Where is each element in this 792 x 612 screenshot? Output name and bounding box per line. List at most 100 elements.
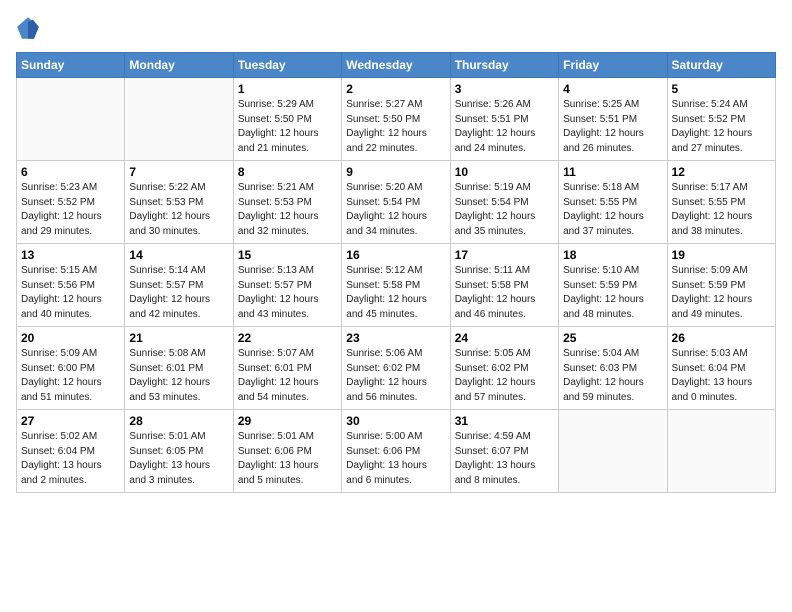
day-detail: Sunrise: 5:17 AM Sunset: 5:55 PM Dayligh…: [672, 181, 771, 239]
day-number: 15: [238, 248, 337, 262]
day-detail: Sunrise: 5:21 AM Sunset: 5:53 PM Dayligh…: [238, 181, 337, 239]
day-number: 24: [455, 331, 554, 345]
day-number: 19: [672, 248, 771, 262]
calendar-header-tuesday: Tuesday: [233, 53, 341, 78]
calendar-cell: 10 Sunrise: 5:19 AM Sunset: 5:54 PM Dayli…: [450, 161, 558, 244]
calendar-cell: 5 Sunrise: 5:24 AM Sunset: 5:52 PM Daylig…: [667, 78, 775, 161]
calendar-cell: 21Sunrise: 5:08 AM Sunset: 6:01 PM Dayli…: [125, 327, 233, 410]
day-number: 18: [563, 248, 662, 262]
day-detail: Sunrise: 5:06 AM Sunset: 6:02 PM Dayligh…: [346, 347, 445, 405]
calendar-cell: [17, 78, 125, 161]
day-number: 2: [346, 82, 445, 96]
day-detail: Sunrise: 5:19 AM Sunset: 5:54 PM Dayligh…: [455, 181, 554, 239]
calendar-cell: 11 Sunrise: 5:18 AM Sunset: 5:55 PM Dayli…: [559, 161, 667, 244]
day-number: 17: [455, 248, 554, 262]
calendar-week-3: 13Sunrise: 5:15 AM Sunset: 5:56 PM Dayli…: [17, 244, 776, 327]
calendar-header-row: SundayMondayTuesdayWednesdayThursdayFrid…: [17, 53, 776, 78]
day-number: 25: [563, 331, 662, 345]
calendar-cell: 23 Sunrise: 5:06 AM Sunset: 6:02 PM Dayli…: [342, 327, 450, 410]
calendar-header-friday: Friday: [559, 53, 667, 78]
calendar-cell: 12 Sunrise: 5:17 AM Sunset: 5:55 PM Dayli…: [667, 161, 775, 244]
day-detail: Sunrise: 5:15 AM Sunset: 5:56 PM Dayligh…: [21, 264, 120, 322]
day-detail: Sunrise: 5:24 AM Sunset: 5:52 PM Dayligh…: [672, 98, 771, 156]
calendar-cell: [667, 410, 775, 493]
calendar-cell: 24 Sunrise: 5:05 AM Sunset: 6:02 PM Dayli…: [450, 327, 558, 410]
day-detail: Sunrise: 5:02 AM Sunset: 6:04 PM Dayligh…: [21, 430, 120, 488]
calendar-cell: 15 Sunrise: 5:13 AM Sunset: 5:57 PM Dayli…: [233, 244, 341, 327]
day-number: 12: [672, 165, 771, 179]
day-number: 9: [346, 165, 445, 179]
day-number: 27: [21, 414, 120, 428]
day-number: 20: [21, 331, 120, 345]
day-detail: Sunrise: 5:27 AM Sunset: 5:50 PM Dayligh…: [346, 98, 445, 156]
calendar-cell: 7 Sunrise: 5:22 AM Sunset: 5:53 PM Daylig…: [125, 161, 233, 244]
calendar-cell: 20 Sunrise: 5:09 AM Sunset: 6:00 PM Dayli…: [17, 327, 125, 410]
calendar-cell: 2 Sunrise: 5:27 AM Sunset: 5:50 PM Daylig…: [342, 78, 450, 161]
calendar-cell: 25 Sunrise: 5:04 AM Sunset: 6:03 PM Dayli…: [559, 327, 667, 410]
day-number: 8: [238, 165, 337, 179]
day-detail: Sunrise: 4:59 AM Sunset: 6:07 PM Dayligh…: [455, 430, 554, 488]
day-number: 5: [672, 82, 771, 96]
calendar-cell: 30 Sunrise: 5:00 AM Sunset: 6:06 PM Dayli…: [342, 410, 450, 493]
day-detail: Sunrise: 5:12 AM Sunset: 5:58 PM Dayligh…: [346, 264, 445, 322]
calendar-cell: 22 Sunrise: 5:07 AM Sunset: 6:01 PM Dayli…: [233, 327, 341, 410]
calendar-cell: 8 Sunrise: 5:21 AM Sunset: 5:53 PM Daylig…: [233, 161, 341, 244]
page-header: [16, 16, 776, 40]
calendar-cell: 9Sunrise: 5:20 AM Sunset: 5:54 PM Daylig…: [342, 161, 450, 244]
calendar-cell: 6 Sunrise: 5:23 AM Sunset: 5:52 PM Daylig…: [17, 161, 125, 244]
calendar-week-1: 1Sunrise: 5:29 AM Sunset: 5:50 PM Daylig…: [17, 78, 776, 161]
day-detail: Sunrise: 5:23 AM Sunset: 5:52 PM Dayligh…: [21, 181, 120, 239]
day-detail: Sunrise: 5:13 AM Sunset: 5:57 PM Dayligh…: [238, 264, 337, 322]
calendar-header-monday: Monday: [125, 53, 233, 78]
day-detail: Sunrise: 5:01 AM Sunset: 6:06 PM Dayligh…: [238, 430, 337, 488]
calendar-cell: 13Sunrise: 5:15 AM Sunset: 5:56 PM Dayli…: [17, 244, 125, 327]
day-number: 11: [563, 165, 662, 179]
calendar-cell: 29 Sunrise: 5:01 AM Sunset: 6:06 PM Dayli…: [233, 410, 341, 493]
day-number: 29: [238, 414, 337, 428]
calendar-cell: 14 Sunrise: 5:14 AM Sunset: 5:57 PM Dayli…: [125, 244, 233, 327]
calendar-cell: 28 Sunrise: 5:01 AM Sunset: 6:05 PM Dayli…: [125, 410, 233, 493]
calendar-header-sunday: Sunday: [17, 53, 125, 78]
day-number: 3: [455, 82, 554, 96]
day-detail: Sunrise: 5:26 AM Sunset: 5:51 PM Dayligh…: [455, 98, 554, 156]
calendar-cell: 17 Sunrise: 5:11 AM Sunset: 5:58 PM Dayli…: [450, 244, 558, 327]
calendar-table: SundayMondayTuesdayWednesdayThursdayFrid…: [16, 52, 776, 493]
day-number: 21: [129, 331, 228, 345]
day-detail: Sunrise: 5:00 AM Sunset: 6:06 PM Dayligh…: [346, 430, 445, 488]
calendar-cell: 26 Sunrise: 5:03 AM Sunset: 6:04 PM Dayli…: [667, 327, 775, 410]
day-number: 7: [129, 165, 228, 179]
day-detail: Sunrise: 5:05 AM Sunset: 6:02 PM Dayligh…: [455, 347, 554, 405]
day-detail: Sunrise: 5:04 AM Sunset: 6:03 PM Dayligh…: [563, 347, 662, 405]
calendar-week-2: 6 Sunrise: 5:23 AM Sunset: 5:52 PM Daylig…: [17, 161, 776, 244]
calendar-cell: [559, 410, 667, 493]
day-number: 31: [455, 414, 554, 428]
day-number: 4: [563, 82, 662, 96]
day-number: 23: [346, 331, 445, 345]
day-number: 10: [455, 165, 554, 179]
day-number: 6: [21, 165, 120, 179]
day-number: 30: [346, 414, 445, 428]
day-number: 26: [672, 331, 771, 345]
calendar-cell: 19 Sunrise: 5:09 AM Sunset: 5:59 PM Dayli…: [667, 244, 775, 327]
calendar-cell: 3 Sunrise: 5:26 AM Sunset: 5:51 PM Daylig…: [450, 78, 558, 161]
calendar-header-thursday: Thursday: [450, 53, 558, 78]
day-detail: Sunrise: 5:29 AM Sunset: 5:50 PM Dayligh…: [238, 98, 337, 156]
day-number: 22: [238, 331, 337, 345]
calendar-week-5: 27 Sunrise: 5:02 AM Sunset: 6:04 PM Dayli…: [17, 410, 776, 493]
day-detail: Sunrise: 5:14 AM Sunset: 5:57 PM Dayligh…: [129, 264, 228, 322]
logo-icon: [16, 16, 40, 40]
day-detail: Sunrise: 5:03 AM Sunset: 6:04 PM Dayligh…: [672, 347, 771, 405]
day-detail: Sunrise: 5:10 AM Sunset: 5:59 PM Dayligh…: [563, 264, 662, 322]
day-detail: Sunrise: 5:09 AM Sunset: 5:59 PM Dayligh…: [672, 264, 771, 322]
day-detail: Sunrise: 5:07 AM Sunset: 6:01 PM Dayligh…: [238, 347, 337, 405]
day-detail: Sunrise: 5:18 AM Sunset: 5:55 PM Dayligh…: [563, 181, 662, 239]
calendar-cell: 1Sunrise: 5:29 AM Sunset: 5:50 PM Daylig…: [233, 78, 341, 161]
day-detail: Sunrise: 5:22 AM Sunset: 5:53 PM Dayligh…: [129, 181, 228, 239]
day-detail: Sunrise: 5:09 AM Sunset: 6:00 PM Dayligh…: [21, 347, 120, 405]
day-detail: Sunrise: 5:01 AM Sunset: 6:05 PM Dayligh…: [129, 430, 228, 488]
day-number: 14: [129, 248, 228, 262]
calendar-header-wednesday: Wednesday: [342, 53, 450, 78]
calendar-cell: [125, 78, 233, 161]
day-number: 28: [129, 414, 228, 428]
day-detail: Sunrise: 5:11 AM Sunset: 5:58 PM Dayligh…: [455, 264, 554, 322]
